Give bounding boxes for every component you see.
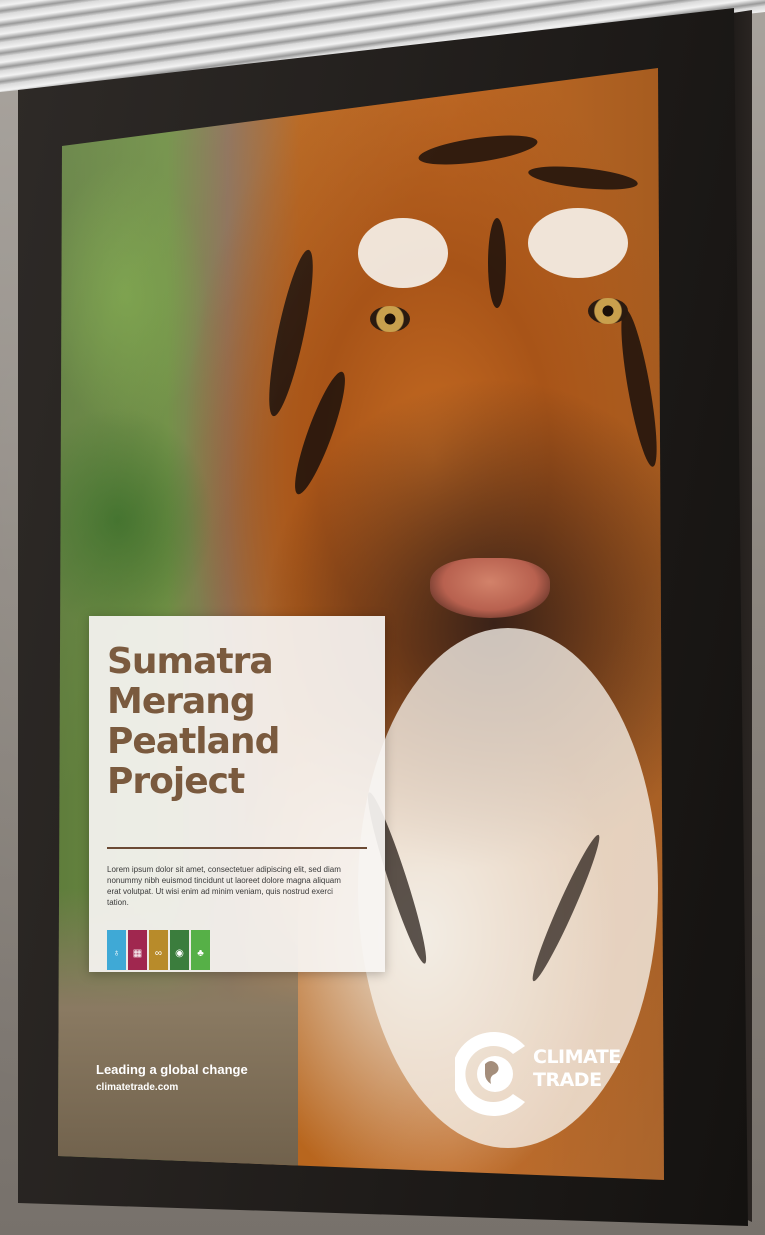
title-divider [107, 847, 367, 849]
climate-trade-logo-icon [455, 1032, 525, 1116]
tiger-stripe [286, 367, 354, 499]
title-line: Project [107, 761, 245, 802]
water-drop-icon: ♁ [107, 930, 126, 970]
tree-icon: ♣ [191, 930, 210, 970]
logo-line: TRADE [533, 1069, 602, 1091]
tiger-brow-patch-right [528, 208, 628, 278]
eye-icon: ◉ [170, 930, 189, 970]
tiger-stripe [488, 218, 506, 308]
project-description: Lorem ipsum dolor sit amet, consectetuer… [107, 865, 341, 907]
tiger-stripe [416, 129, 540, 171]
tiger-stripe [260, 247, 322, 419]
tiger-stripe [614, 307, 664, 469]
tiger-brow-patch-left [358, 218, 448, 288]
title-line: Merang [107, 681, 256, 722]
tiger-eye-right [588, 298, 628, 324]
logo-line: CLIMATE [533, 1046, 621, 1068]
climate-trade-wordmark: CLIMATE TRADE [533, 1046, 643, 1092]
title-line: Peatland [107, 721, 280, 762]
poster: Sumatra Merang Peatland Project Lorem ip… [58, 68, 664, 1180]
tiger-stripe [527, 162, 639, 194]
tiger-nose [430, 558, 550, 618]
tagline: Leading a global change [96, 1062, 248, 1077]
background-foliage [58, 128, 228, 688]
website-url: climatetrade.com [96, 1082, 179, 1093]
project-info-panel: Sumatra Merang Peatland Project Lorem ip… [89, 616, 385, 972]
tiger-eye-left [370, 306, 410, 332]
infinity-icon: ∞ [149, 930, 168, 970]
industry-icon: ▦ [128, 930, 147, 970]
title-line: Sumatra [107, 641, 274, 682]
sdg-icon-row: ♁ ▦ ∞ ◉ ♣ [107, 930, 210, 972]
project-title: Sumatra Merang Peatland Project [107, 642, 377, 802]
